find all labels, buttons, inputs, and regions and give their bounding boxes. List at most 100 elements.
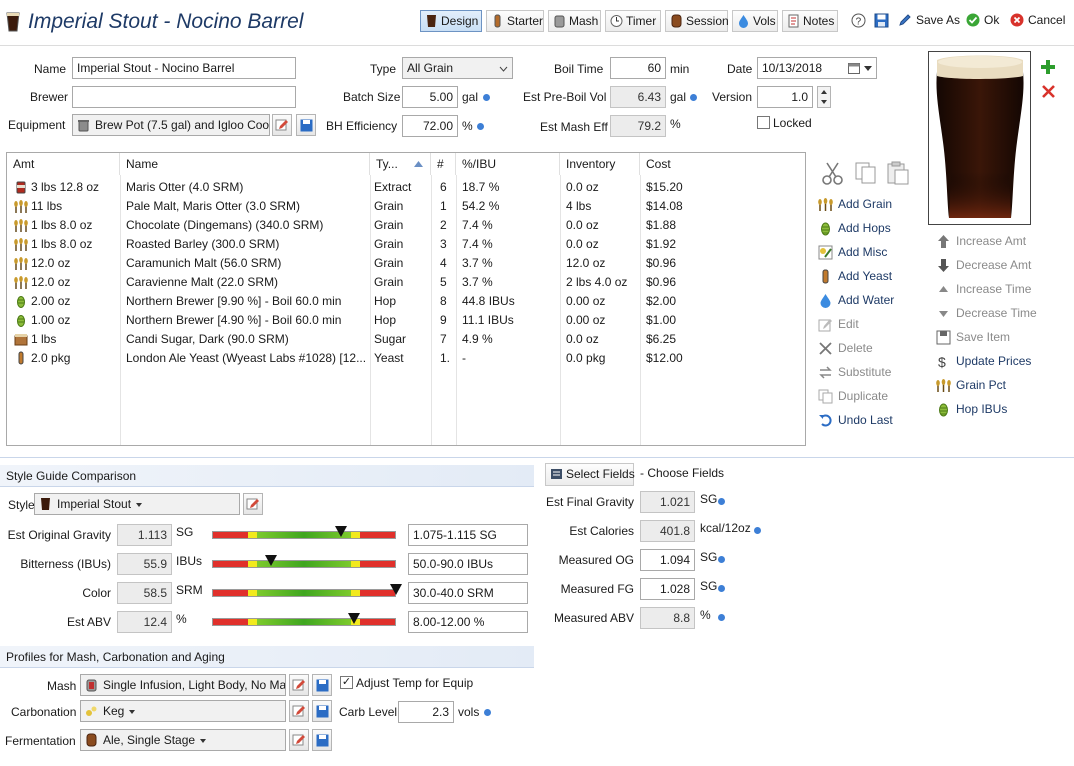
edit-equipment-button[interactable] [272, 114, 292, 136]
table-row[interactable]: 2.00 oz Northern Brewer [9.90 %] - Boil 6… [7, 292, 805, 311]
table-row[interactable]: 1.00 oz Northern Brewer [4.90 %] - Boil 6… [7, 311, 805, 330]
table-row[interactable]: 11 lbs Pale Malt, Maris Otter (3.0 SRM) Gr… [7, 197, 805, 216]
edit-style-button[interactable] [243, 493, 263, 515]
table-row[interactable]: 1 lbs 8.0 oz Chocolate (Dingemans) (340.0… [7, 216, 805, 235]
add-hops-button[interactable]: Add Hops [818, 218, 891, 238]
cell-pct-ibu: 3.7 % [462, 256, 493, 270]
cancel-icon [1010, 13, 1024, 27]
cell-number: 5 [440, 275, 447, 289]
style-range-value: 30.0-40.0 SRM [408, 582, 528, 604]
name-input[interactable]: Imperial Stout - Nocino Barrel [72, 57, 296, 79]
hop-ibus-button[interactable]: Hop IBUs [936, 399, 1007, 419]
save-fermentation-button[interactable] [312, 729, 332, 751]
session-tab[interactable]: Session [665, 10, 729, 32]
table-row[interactable]: 3 lbs 12.8 oz Maris Otter (4.0 SRM) Extrac… [7, 178, 805, 197]
edit-mash-button[interactable] [289, 674, 309, 696]
mash-tab[interactable]: Mash [548, 10, 601, 32]
batch-unit: gal [462, 90, 479, 104]
add-icon[interactable] [1040, 59, 1056, 75]
save-item-button[interactable]: Save Item [936, 327, 1010, 347]
save-carbonation-button[interactable] [312, 700, 332, 722]
save-icon [316, 734, 329, 747]
table-row[interactable]: 12.0 oz Caramunich Malt (56.0 SRM) Grain 4 3… [7, 254, 805, 273]
update-prices-button[interactable]: $ Update Prices [936, 351, 1031, 371]
starter-tab[interactable]: Starter [486, 10, 544, 32]
increase-amt-button[interactable]: Increase Amt [936, 231, 1026, 251]
add-water-button[interactable]: Add Water [818, 290, 894, 310]
table-row[interactable]: 1 lbs Candi Sugar, Dark (90.0 SRM) Sugar 7 4… [7, 330, 805, 349]
cell-amt: 12.0 oz [31, 275, 71, 289]
recipe-title: Imperial Stout - Nocino Barrel [28, 10, 304, 33]
delete-button[interactable]: Delete [818, 338, 873, 358]
cut-icon[interactable] [820, 160, 846, 186]
carbonation-select[interactable]: Keg [80, 700, 286, 722]
equipment-select[interactable]: Brew Pot (7.5 gal) and Igloo Cooler [72, 114, 270, 136]
paste-icon[interactable] [885, 160, 911, 186]
remove-icon[interactable] [1041, 84, 1056, 99]
carb-level-input[interactable]: 2.3 [398, 701, 454, 723]
select-fields-button[interactable]: Select Fields [545, 463, 635, 486]
locked-checkbox[interactable] [757, 116, 770, 129]
substitute-button[interactable]: Substitute [818, 362, 891, 382]
table-row[interactable]: 12.0 oz Caravienne Malt (22.0 SRM) Grain 5 3… [7, 273, 805, 292]
edit-carbonation-button[interactable] [289, 700, 309, 722]
date-picker[interactable]: 10/13/2018 [757, 57, 877, 79]
column-header-amt[interactable]: Amt [7, 153, 120, 175]
mash-profile-select[interactable]: Single Infusion, Light Body, No Mash Out [80, 674, 286, 696]
svg-text:?: ? [856, 17, 862, 28]
ok-button[interactable]: Ok [964, 10, 1004, 32]
grain-pct-button[interactable]: Grain Pct [936, 375, 1006, 395]
edit-button[interactable]: Edit [818, 314, 859, 334]
measured-fg-input[interactable]: 1.028 [640, 578, 695, 600]
save-mash-button[interactable] [312, 674, 332, 696]
table-row[interactable]: 2.0 pkg London Ale Yeast (Wyeast Labs #10… [7, 349, 805, 368]
save-as-button[interactable]: Save As [896, 10, 960, 32]
batch-size-input[interactable]: 5.00 [402, 86, 458, 108]
save-equipment-button[interactable] [296, 114, 316, 136]
boil-time-input[interactable]: 60 [610, 57, 666, 79]
table-row[interactable]: 1 lbs 8.0 oz Roasted Barley (300.0 SRM) Gr… [7, 235, 805, 254]
help-icon[interactable]: ? [851, 13, 866, 28]
increase-time-button[interactable]: Increase Time [936, 279, 1031, 299]
add-grain-button[interactable]: Add Grain [818, 194, 892, 214]
measured-og-input[interactable]: 1.094 [640, 549, 695, 571]
type-select[interactable]: All Grain [402, 57, 513, 79]
style-guide-header: Style Guide Comparison [0, 465, 534, 487]
add-yeast-button[interactable]: Add Yeast [818, 266, 892, 286]
column-header-cost[interactable]: Cost [640, 153, 805, 175]
decrease-amt-button[interactable]: Decrease Amt [936, 255, 1031, 275]
notes-tab[interactable]: Notes [782, 10, 838, 32]
column-header-type[interactable]: Ty... [370, 153, 431, 175]
style-select[interactable]: Imperial Stout [34, 493, 240, 515]
version-spinner[interactable] [817, 86, 831, 108]
cell-amt: 11 lbs [31, 199, 63, 213]
design-tab[interactable]: Design [420, 10, 482, 32]
column-header-name[interactable]: Name [120, 153, 370, 175]
value-marker [390, 584, 402, 595]
brewer-input[interactable] [72, 86, 296, 108]
duplicate-button[interactable]: Duplicate [818, 386, 888, 406]
edit-fermentation-button[interactable] [289, 729, 309, 751]
version-input[interactable]: 1.0 [757, 86, 813, 108]
measured-og-unit: SG [700, 550, 718, 564]
bh-efficiency-input[interactable]: 72.00 [402, 115, 458, 137]
cell-type: Grain [374, 275, 404, 289]
metric-unit: SG [176, 525, 194, 539]
column-header-inventory[interactable]: Inventory [560, 153, 640, 175]
timer-tab[interactable]: Timer [605, 10, 661, 32]
column-header-pct-ibu[interactable]: %/IBU [456, 153, 560, 175]
add-misc-button[interactable]: Add Misc [818, 242, 887, 262]
save-icon[interactable] [874, 13, 889, 28]
decrease-time-button[interactable]: Decrease Time [936, 303, 1037, 323]
column-header-number[interactable]: # [431, 153, 456, 175]
name-label: Name [34, 62, 67, 76]
carbonation-bubbles-icon [86, 706, 97, 716]
cell-cost: $2.00 [646, 294, 677, 308]
copy-icon[interactable] [853, 160, 879, 186]
ingredient-table[interactable]: Amt Name Ty... # %/IBU Inventory Cost 3 … [6, 152, 806, 446]
undo-last-button[interactable]: Undo Last [818, 410, 893, 430]
cancel-button[interactable]: Cancel [1008, 10, 1070, 32]
fermentation-select[interactable]: Ale, Single Stage [80, 729, 286, 751]
vols-tab[interactable]: Vols [732, 10, 778, 32]
adjust-temp-checkbox[interactable]: ✓ [340, 676, 353, 689]
